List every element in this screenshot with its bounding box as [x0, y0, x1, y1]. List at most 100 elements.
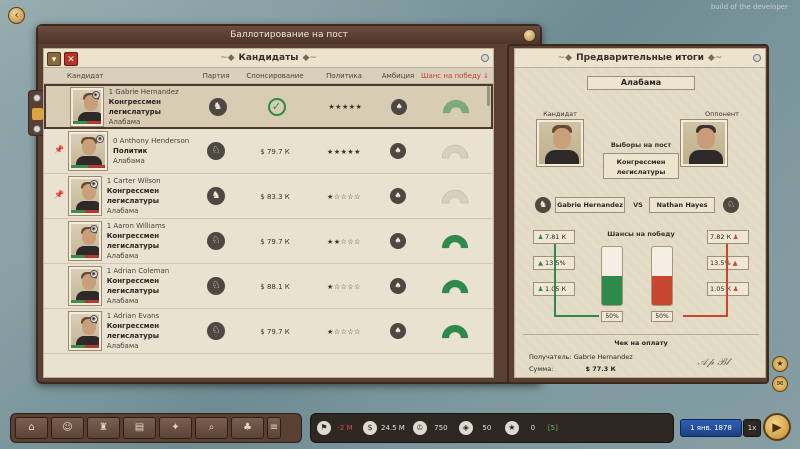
candidate-name: 1 Adrian Coleman	[106, 267, 170, 275]
receipt-recipient: Получатель: Gabrie Hernandez	[529, 353, 633, 361]
candidate-portrait[interactable]: ◉	[69, 222, 101, 260]
bottom-toolbar: ⌂ ☺ ♜ ▤ ✦ ⌕ ♣ ≡ ⚑ -2 М $24.5 М ♔ 750 ◈ 50 ★…	[0, 407, 800, 449]
candidate-portrait[interactable]: ◉	[71, 87, 103, 126]
flag-icon: ⚑	[317, 421, 331, 435]
search-icon[interactable]: ⌕	[195, 417, 228, 439]
payment-receipt: Чек на оплату Получатель: Gabrie Hernand…	[523, 334, 759, 374]
candidate-cell: ◉ 1 Adrian Evans Конгрессмен легислатуры…	[44, 311, 194, 351]
play-icon[interactable]: ▶	[763, 413, 791, 441]
candidate-rows: ◉ 1 Gabrie Hernandez Конгрессмен легисла…	[44, 84, 493, 354]
win-chance-gauge	[441, 144, 469, 158]
policy-stars: ★☆☆☆☆	[327, 327, 361, 336]
game-speed[interactable]: 1x	[743, 419, 761, 437]
funding-amount[interactable]: $ 83.3 К	[260, 193, 289, 201]
capitol-icon[interactable]: ⌂	[15, 417, 48, 439]
candidate-row[interactable]: ◉ 1 Gabrie Hernandez Конгрессмен легисла…	[44, 84, 493, 129]
elephant-icon: ♞	[208, 97, 227, 116]
receipt-sum: Сумма: $ 77.3 К	[529, 365, 616, 373]
game-date[interactable]: 1 янв. 1878	[680, 419, 742, 437]
scrollbar[interactable]	[487, 86, 490, 106]
people-icon[interactable]: ☺	[51, 417, 84, 439]
back-button[interactable]: ‹	[8, 7, 25, 24]
money-stat[interactable]: $24.5 М	[363, 421, 405, 435]
factory-icon[interactable]: ♜	[87, 417, 120, 439]
rank-badge-icon: ◉	[96, 135, 104, 143]
col-ambition[interactable]: Амбиция	[376, 72, 420, 80]
sum-value: $ 77.3 К	[585, 365, 616, 373]
influence-stat[interactable]: ♔ 750	[412, 421, 451, 435]
candidate-cell: ◉ 1 Adrian Coleman Конгрессмен легислату…	[44, 266, 194, 306]
eagle-icon[interactable]: ✦	[159, 417, 192, 439]
stars-stat[interactable]: ★ 0 [5]	[504, 421, 563, 435]
filter-button[interactable]: ▾	[47, 52, 61, 66]
policy-stars: ★☆☆☆☆	[327, 192, 361, 201]
rank-badge-icon: ◉	[91, 90, 100, 99]
win-chance-gauge	[441, 279, 469, 293]
window-title: Баллотирование на пост	[38, 26, 540, 44]
rank-badge-icon: ◉	[89, 180, 98, 188]
candidate-state: Алабама	[106, 342, 139, 350]
candidate-row[interactable]: ◉ 1 Aaron Williams Конгрессмен легислату…	[44, 219, 493, 264]
window-close-button[interactable]	[523, 29, 536, 42]
candidate-portrait[interactable]: ◉	[69, 267, 101, 305]
candidate-row[interactable]: 📌 ◉ 1 Carter Wilson Конгрессмен легислат…	[44, 174, 493, 219]
candidate-row[interactable]: ◉ 1 Adrian Coleman Конгрессмен легислату…	[44, 264, 493, 309]
candidate-row[interactable]: ◉ 1 Adrian Evans Конгрессмен легислатуры…	[44, 309, 493, 354]
rank-badge-icon: ◉	[89, 225, 98, 233]
candidate-state: Алабама	[113, 157, 145, 165]
pin-icon	[481, 54, 489, 62]
candidate-name: 1 Gabrie Hernandez	[108, 87, 179, 96]
balance-stat[interactable]: ⚑ -2 М	[317, 421, 355, 435]
ornament-icon: ~◆	[220, 53, 235, 63]
tree-icon[interactable]: ♣	[231, 417, 264, 439]
pin-icon	[753, 54, 761, 62]
candidate-portrait[interactable]: ◉	[69, 132, 107, 170]
col-win-chance[interactable]: Шанс на победу ↓	[420, 72, 490, 80]
pin-icon[interactable]: 📌	[54, 145, 64, 154]
ambition-icon: ♠	[390, 278, 406, 294]
candidate-state: Алабама	[106, 297, 139, 305]
candidate-job: Политик	[113, 147, 148, 155]
col-candidate[interactable]: Кандидат	[44, 72, 194, 80]
territory-stat[interactable]: ◈ 50	[458, 421, 497, 435]
candidate-name: 0 Anthony Henderson	[113, 137, 190, 145]
mail-notification-icon[interactable]: ✉	[772, 376, 788, 392]
candidates-panel: ▾ ✕ ~◆ Кандидаты ◆~ Кандидат Партия Спон…	[43, 48, 494, 378]
elephant-icon: ♞	[207, 187, 225, 205]
candidates-title: Кандидаты	[238, 53, 299, 63]
candidate-portrait[interactable]: ◉	[69, 177, 101, 215]
candidate-cell: ◉ 0 Anthony Henderson Политик Алабама	[44, 132, 194, 170]
candidate-portrait[interactable]: ◉	[69, 312, 101, 350]
col-sponsorship[interactable]: Спонсирование	[238, 72, 312, 80]
clear-button[interactable]: ✕	[64, 52, 78, 66]
pin-icon[interactable]: 📌	[54, 190, 64, 199]
bank-icon[interactable]: ▤	[123, 417, 156, 439]
funding-amount[interactable]: $ 88.1 К	[260, 283, 289, 291]
candidate-name: 1 Adrian Evans	[106, 312, 160, 320]
results-body: Алабама Кандидат Оппонент Выборы на пост…	[514, 68, 766, 378]
candidate-name: 1 Carter Wilson	[106, 177, 161, 185]
rank-badge-icon: ◉	[89, 270, 98, 278]
candidate-state: Алабама	[106, 252, 139, 260]
rank-badge-icon: ◉	[89, 315, 98, 323]
lock-icon	[32, 108, 43, 120]
star-icon: ★	[504, 421, 519, 435]
star-notification-icon[interactable]: ★	[772, 356, 788, 372]
results-header: ~◆ Предварительные итоги ◆~	[514, 48, 766, 68]
donkey-icon: ♘	[207, 277, 225, 295]
candidate-job: Конгрессмен легислатуры	[106, 322, 160, 340]
menu-icon[interactable]: ≡	[267, 417, 281, 439]
funding-amount[interactable]: $ 79.7 К	[260, 328, 289, 336]
candidate-row[interactable]: 📌 ◉ 0 Anthony Henderson Политик Алабама …	[44, 129, 493, 174]
candidate-job: Конгрессмен легислатуры	[106, 232, 160, 250]
sum-label: Сумма:	[529, 365, 554, 373]
check-icon[interactable]: ✓	[267, 97, 286, 116]
col-policy[interactable]: Политика	[312, 72, 376, 80]
funding-amount[interactable]: $ 79.7 К	[260, 148, 289, 156]
col-party[interactable]: Партия	[194, 72, 238, 80]
win-chance-gauge	[442, 99, 470, 114]
donkey-icon: ♘	[207, 232, 225, 250]
funding-amount[interactable]: $ 79.7 К	[260, 238, 289, 246]
column-headers: Кандидат Партия Спонсирование Политика А…	[44, 68, 493, 84]
donkey-icon: ♘	[207, 142, 225, 160]
